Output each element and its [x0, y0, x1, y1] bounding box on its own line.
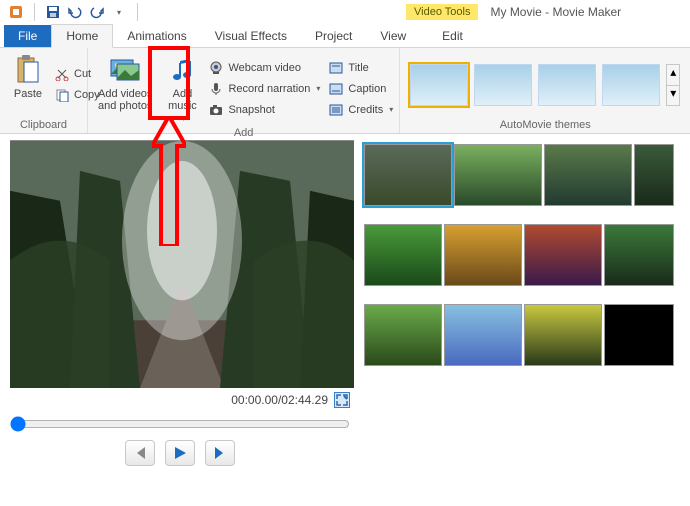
webcam-icon [208, 60, 224, 76]
clip-8[interactable] [604, 224, 674, 286]
chevron-down-icon: ▾ [389, 105, 393, 114]
theme-item-3[interactable] [538, 64, 596, 106]
clip-10[interactable] [444, 304, 522, 366]
clip-12[interactable] [604, 304, 674, 366]
mic-icon [208, 81, 224, 97]
clip-7[interactable] [524, 224, 602, 286]
record-narration-button[interactable]: Record narration▾ [208, 79, 320, 99]
clip-6[interactable] [444, 224, 522, 286]
ribbon: Paste Cut Copy Clipboard Add videos and … [0, 48, 690, 134]
theme-item-1[interactable] [410, 64, 468, 106]
paste-button[interactable]: Paste [6, 52, 50, 117]
credits-icon [328, 102, 344, 118]
tab-visual-effects[interactable]: Visual Effects [201, 25, 301, 47]
cut-icon [54, 66, 70, 82]
add-music-button[interactable]: Add music▾ [160, 52, 204, 125]
clip-4[interactable] [634, 144, 674, 206]
ribbon-tabs: File Home Animations Visual Effects Proj… [0, 24, 690, 48]
clip-5[interactable] [364, 224, 442, 286]
camera-icon [208, 102, 224, 118]
clip-11[interactable] [524, 304, 602, 366]
qat-separator-2 [137, 3, 138, 21]
tab-project[interactable]: Project [301, 25, 366, 47]
clip-3[interactable] [544, 144, 632, 206]
video-tools-context-tab: Video Tools [406, 4, 478, 20]
fullscreen-icon[interactable] [334, 392, 350, 408]
chevron-down-icon: ▾ [181, 114, 185, 123]
save-icon[interactable] [45, 4, 61, 20]
add-videos-label: Add videos and photos [98, 88, 152, 112]
clip-1[interactable] [364, 144, 452, 206]
themes-scroll-down[interactable]: ▾ [667, 85, 679, 105]
photos-icon [109, 54, 141, 86]
theme-item-2[interactable] [474, 64, 532, 106]
preview-pane: 00:00.00/02:44.29 [0, 134, 360, 506]
app-icon[interactable] [8, 4, 24, 20]
add-videos-photos-button[interactable]: Add videos and photos [94, 52, 156, 125]
video-preview[interactable] [10, 140, 354, 388]
credits-button[interactable]: Credits▾ [328, 100, 393, 120]
tab-view[interactable]: View [366, 25, 420, 47]
tab-file[interactable]: File [4, 25, 51, 47]
paste-icon [12, 54, 44, 86]
theme-item-4[interactable] [602, 64, 660, 106]
paste-label: Paste [14, 88, 42, 100]
caption-button[interactable]: Caption [328, 79, 393, 99]
tab-edit[interactable]: Edit [428, 25, 477, 47]
qat-dropdown-icon[interactable]: ▾ [111, 4, 127, 20]
qat-separator [34, 3, 35, 21]
timeline-pane [360, 134, 690, 506]
time-display: 00:00.00/02:44.29 [231, 393, 328, 407]
clip-9[interactable] [364, 304, 442, 366]
title-icon [328, 60, 344, 76]
snapshot-button[interactable]: Snapshot [208, 100, 320, 120]
tab-animations[interactable]: Animations [113, 25, 200, 47]
title-button[interactable]: Title [328, 58, 393, 78]
prev-frame-button[interactable] [125, 440, 155, 466]
copy-icon [54, 87, 70, 103]
next-frame-button[interactable] [205, 440, 235, 466]
webcam-video-button[interactable]: Webcam video [208, 58, 320, 78]
app-title: My Movie - Movie Maker [478, 3, 633, 21]
undo-icon[interactable] [67, 4, 83, 20]
themes-scroll-up[interactable]: ▴ [667, 65, 679, 84]
play-button[interactable] [165, 440, 195, 466]
music-icon [166, 54, 198, 86]
seek-slider[interactable] [10, 416, 350, 432]
tab-home[interactable]: Home [51, 24, 113, 48]
themes-group-label: AutoMovie themes [406, 117, 684, 131]
redo-icon[interactable] [89, 4, 105, 20]
clipboard-group-label: Clipboard [6, 117, 81, 131]
chevron-down-icon: ▾ [316, 84, 320, 93]
caption-icon [328, 81, 344, 97]
clip-2[interactable] [454, 144, 542, 206]
